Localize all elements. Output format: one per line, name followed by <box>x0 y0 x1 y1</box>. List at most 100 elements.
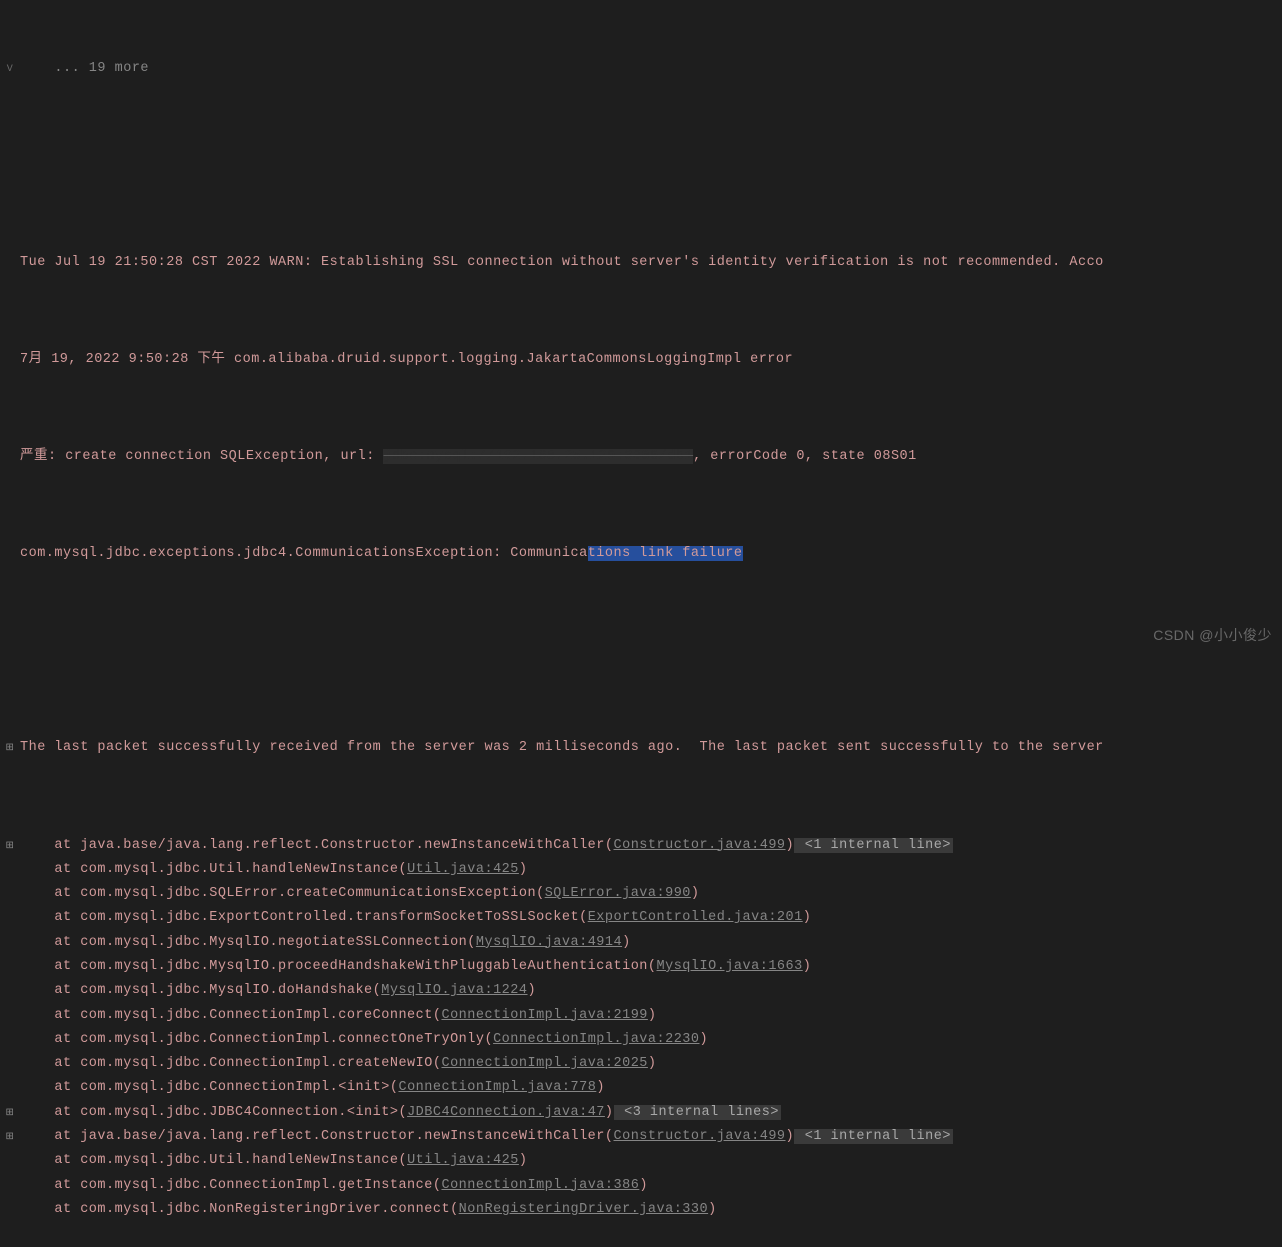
stack-content: at com.mysql.jdbc.MysqlIO.doHandshake(My… <box>20 979 1282 1003</box>
source-link[interactable]: Util.java:425 <box>407 862 519 877</box>
stack-line: at com.mysql.jdbc.Util.handleNewInstance… <box>0 1149 1282 1173</box>
stack-suffix: ) <box>803 959 812 974</box>
stack-line: ⊞ at java.base/java.lang.reflect.Constru… <box>0 1125 1282 1149</box>
console-line: com.mysql.jdbc.exceptions.jdbc4.Communic… <box>0 542 1282 566</box>
console-line: 7月 19, 2022 9:50:28 下午 com.alibaba.druid… <box>0 348 1282 372</box>
stack-method: at com.mysql.jdbc.MysqlIO.doHandshake( <box>20 983 381 998</box>
stack-line: at com.mysql.jdbc.ConnectionImpl.connect… <box>0 1028 1282 1052</box>
timestamp-text: 7月 19, 2022 9:50:28 下午 com.alibaba.druid… <box>20 348 1282 372</box>
stack-content: at com.mysql.jdbc.Util.handleNewInstance… <box>20 858 1282 882</box>
stack-method: at com.mysql.jdbc.MysqlIO.proceedHandsha… <box>20 959 657 974</box>
source-link[interactable]: NonRegisteringDriver.java:330 <box>459 1202 708 1217</box>
warn-text: Tue Jul 19 21:50:28 CST 2022 WARN: Estab… <box>20 251 1282 275</box>
stack-content: at com.mysql.jdbc.ConnectionImpl.coreCon… <box>20 1004 1282 1028</box>
source-link[interactable]: MysqlIO.java:1663 <box>657 959 803 974</box>
console-line: 严重: create connection SQLException, url:… <box>0 445 1282 469</box>
internal-lines-badge[interactable]: <1 internal line> <box>794 838 953 853</box>
stack-suffix: ) <box>803 910 812 925</box>
stack-method: at com.mysql.jdbc.MysqlIO.negotiateSSLCo… <box>20 935 476 950</box>
stack-suffix: ) <box>648 1008 657 1023</box>
source-link[interactable]: ConnectionImpl.java:2025 <box>441 1056 647 1071</box>
stack-line: ⊞ at com.mysql.jdbc.JDBC4Connection.<ini… <box>0 1101 1282 1125</box>
console-output: V ... 19 more Tue Jul 19 21:50:28 CST 20… <box>0 0 1282 1247</box>
stack-method: at com.mysql.jdbc.JDBC4Connection.<init>… <box>20 1105 407 1120</box>
stack-suffix: ) <box>700 1032 709 1047</box>
stack-line: at com.mysql.jdbc.Util.handleNewInstance… <box>0 858 1282 882</box>
source-link[interactable]: MysqlIO.java:1224 <box>381 983 527 998</box>
expand-icon[interactable]: ⊞ <box>0 1105 20 1123</box>
stack-line: at com.mysql.jdbc.ConnectionImpl.<init>(… <box>0 1076 1282 1100</box>
more-text: ... 19 more <box>20 57 1282 81</box>
stack-method: at com.mysql.jdbc.ConnectionImpl.createN… <box>20 1056 441 1071</box>
stack-suffix: ) <box>519 862 528 877</box>
gutter-arrow: V <box>0 61 20 79</box>
blank-line <box>0 639 1282 663</box>
stack-method: at com.mysql.jdbc.ConnectionImpl.coreCon… <box>20 1008 441 1023</box>
exception-text: com.mysql.jdbc.exceptions.jdbc4.Communic… <box>20 542 1282 566</box>
redacted-url: jdbc:mysql://192.168.25.129:3306/db1 <box>383 449 693 464</box>
stack-content: at java.base/java.lang.reflect.Construct… <box>20 834 1282 858</box>
stack-method: at com.mysql.jdbc.ConnectionImpl.getInst… <box>20 1178 441 1193</box>
source-link[interactable]: JDBC4Connection.java:47 <box>407 1105 605 1120</box>
stack-content: at com.mysql.jdbc.ConnectionImpl.connect… <box>20 1028 1282 1052</box>
watermark: CSDN @小小俊少 <box>1153 623 1272 648</box>
stack-line: at com.mysql.jdbc.MysqlIO.proceedHandsha… <box>0 955 1282 979</box>
stack-line: at com.mysql.jdbc.MysqlIO.negotiateSSLCo… <box>0 931 1282 955</box>
severe-suffix: , errorCode 0, state 08S01 <box>693 449 917 464</box>
stack-method: at com.mysql.jdbc.ConnectionImpl.<init>( <box>20 1080 398 1095</box>
stack-method: at java.base/java.lang.reflect.Construct… <box>20 838 614 853</box>
stack-content: at com.mysql.jdbc.Util.handleNewInstance… <box>20 1149 1282 1173</box>
stack-method: at java.base/java.lang.reflect.Construct… <box>20 1129 614 1144</box>
stack-content: at com.mysql.jdbc.SQLError.createCommuni… <box>20 882 1282 906</box>
console-line: ⊞ The last packet successfully received … <box>0 736 1282 760</box>
stack-line: at com.mysql.jdbc.NonRegisteringDriver.c… <box>0 1198 1282 1222</box>
stack-content: at com.mysql.jdbc.MysqlIO.proceedHandsha… <box>20 955 1282 979</box>
severe-prefix: 严重: create connection SQLException, url: <box>20 449 383 464</box>
exception-prefix: com.mysql.jdbc.exceptions.jdbc4.Communic… <box>20 546 588 561</box>
stack-content: at com.mysql.jdbc.ConnectionImpl.<init>(… <box>20 1076 1282 1100</box>
stack-suffix: ) <box>596 1080 605 1095</box>
stack-content: at com.mysql.jdbc.JDBC4Connection.<init>… <box>20 1101 1282 1125</box>
stack-method: at com.mysql.jdbc.ExportControlled.trans… <box>20 910 588 925</box>
stack-line: at com.mysql.jdbc.ConnectionImpl.coreCon… <box>0 1004 1282 1028</box>
internal-lines-badge[interactable]: <3 internal lines> <box>614 1105 781 1120</box>
stack-suffix: ) <box>691 886 700 901</box>
stack-content: at com.mysql.jdbc.ExportControlled.trans… <box>20 906 1282 930</box>
stack-trace: ⊞ at java.base/java.lang.reflect.Constru… <box>0 834 1282 1223</box>
blank-line <box>0 154 1282 178</box>
severe-text: 严重: create connection SQLException, url:… <box>20 445 1282 469</box>
source-link[interactable]: Constructor.java:499 <box>614 1129 786 1144</box>
stack-suffix: ) <box>639 1178 648 1193</box>
internal-lines-badge[interactable]: <1 internal line> <box>794 1129 953 1144</box>
stack-content: at com.mysql.jdbc.NonRegisteringDriver.c… <box>20 1198 1282 1222</box>
stack-line: at com.mysql.jdbc.ConnectionImpl.createN… <box>0 1052 1282 1076</box>
stack-suffix: ) <box>622 935 631 950</box>
stack-suffix: ) <box>519 1153 528 1168</box>
source-link[interactable]: MysqlIO.java:4914 <box>476 935 622 950</box>
stack-line: at com.mysql.jdbc.MysqlIO.doHandshake(My… <box>0 979 1282 1003</box>
console-line: Tue Jul 19 21:50:28 CST 2022 WARN: Estab… <box>0 251 1282 275</box>
highlighted-selection[interactable]: tions link failure <box>588 546 743 561</box>
stack-method: at com.mysql.jdbc.SQLError.createCommuni… <box>20 886 545 901</box>
stack-suffix: ) <box>648 1056 657 1071</box>
stack-content: at com.mysql.jdbc.ConnectionImpl.createN… <box>20 1052 1282 1076</box>
source-link[interactable]: Util.java:425 <box>407 1153 519 1168</box>
expand-icon[interactable]: ⊞ <box>0 1129 20 1147</box>
stack-content: at java.base/java.lang.reflect.Construct… <box>20 1125 1282 1149</box>
source-link[interactable]: ConnectionImpl.java:386 <box>441 1178 639 1193</box>
source-link[interactable]: Constructor.java:499 <box>614 838 786 853</box>
source-link[interactable]: ConnectionImpl.java:778 <box>398 1080 596 1095</box>
stack-method: at com.mysql.jdbc.ConnectionImpl.connect… <box>20 1032 493 1047</box>
stack-line: ⊞ at java.base/java.lang.reflect.Constru… <box>0 834 1282 858</box>
source-link[interactable]: ExportControlled.java:201 <box>588 910 803 925</box>
stack-line: at com.mysql.jdbc.ConnectionImpl.getInst… <box>0 1174 1282 1198</box>
source-link[interactable]: ConnectionImpl.java:2230 <box>493 1032 699 1047</box>
expand-icon[interactable]: ⊞ <box>0 838 20 856</box>
expand-icon[interactable]: ⊞ <box>0 740 20 758</box>
stack-content: at com.mysql.jdbc.MysqlIO.negotiateSSLCo… <box>20 931 1282 955</box>
packet-text: The last packet successfully received fr… <box>20 736 1282 760</box>
stack-method: at com.mysql.jdbc.Util.handleNewInstance… <box>20 1153 407 1168</box>
stack-suffix: ) <box>708 1202 717 1217</box>
source-link[interactable]: ConnectionImpl.java:2199 <box>441 1008 647 1023</box>
source-link[interactable]: SQLError.java:990 <box>545 886 691 901</box>
